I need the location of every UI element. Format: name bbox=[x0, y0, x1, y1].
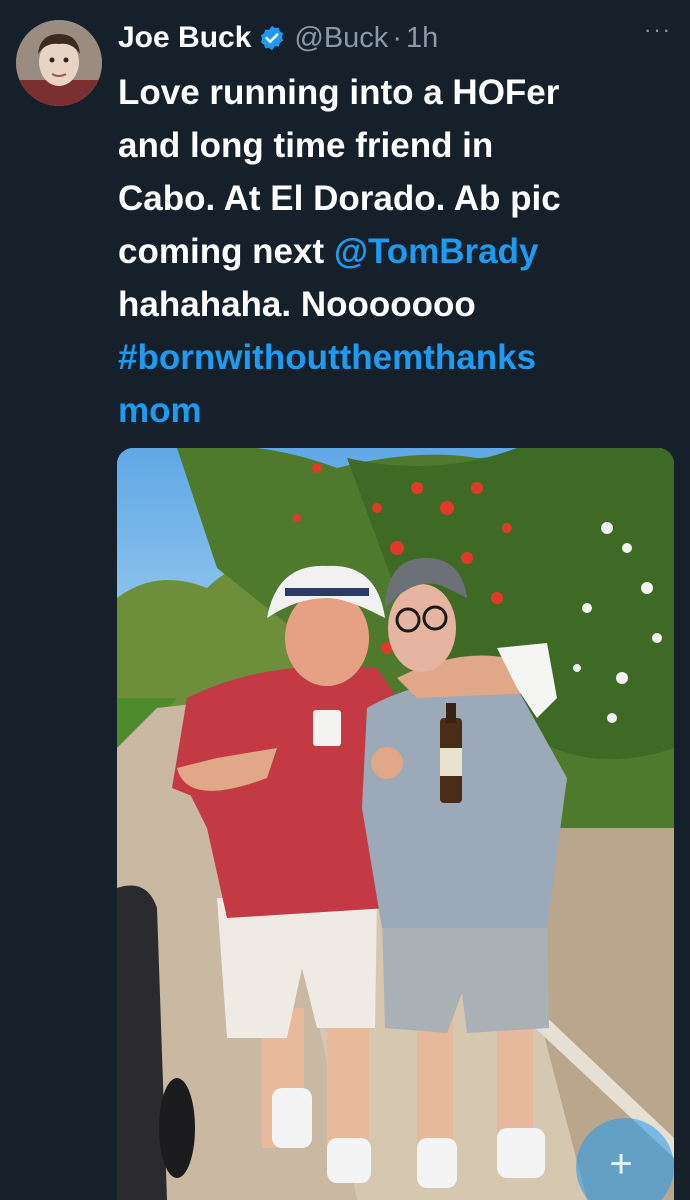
plus-icon: + bbox=[609, 1142, 633, 1186]
hashtag-link-continued[interactable]: mom bbox=[118, 384, 684, 437]
tweet-timestamp[interactable]: 1h bbox=[406, 22, 438, 55]
tweet-text-line: Love running into a HOFer bbox=[118, 73, 560, 112]
separator-dot: · bbox=[392, 21, 402, 54]
tweet-detail-screen: Joe Buck @Buck · 1h ··· Love running int… bbox=[0, 0, 690, 1200]
hashtag-link[interactable]: #bornwithoutthemthanks bbox=[118, 331, 684, 384]
tweet-text-fragment: coming next bbox=[118, 232, 334, 271]
mention-link[interactable]: @TomBrady bbox=[334, 232, 539, 271]
more-options-icon[interactable]: ··· bbox=[644, 19, 672, 41]
tweet-text-line: hahahaha. Nooooooo bbox=[118, 285, 476, 324]
tweet-text-line: and long time friend in bbox=[118, 126, 494, 165]
tweet-header: Joe Buck @Buck · 1h bbox=[118, 18, 690, 58]
author-handle[interactable]: @Buck bbox=[294, 22, 388, 55]
verified-badge-icon bbox=[258, 24, 286, 52]
author-avatar[interactable] bbox=[16, 20, 102, 106]
tweet-text-line: coming next @TomBrady bbox=[118, 225, 684, 278]
tweet-photo[interactable] bbox=[117, 448, 674, 1200]
author-name[interactable]: Joe Buck bbox=[118, 21, 251, 55]
tweet-text-line: Cabo. At El Dorado. Ab pic bbox=[118, 179, 561, 218]
tweet-body: Love running into a HOFer and long time … bbox=[118, 66, 684, 437]
